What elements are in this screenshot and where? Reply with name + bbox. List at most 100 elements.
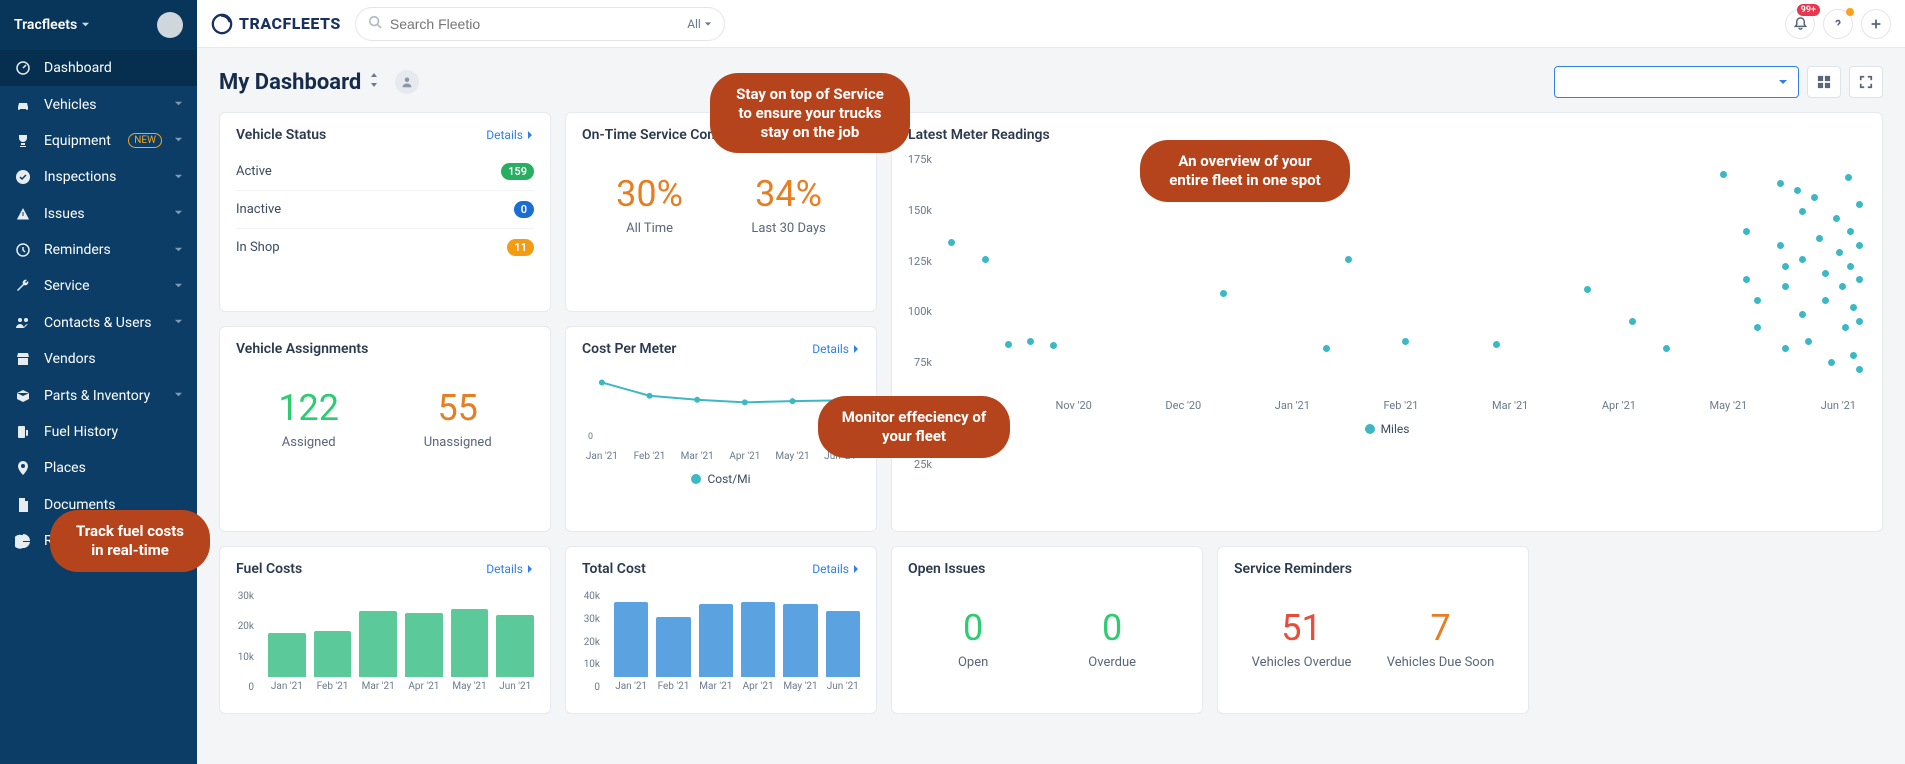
sidebar-item-parts-inventory[interactable]: Parts & Inventory <box>0 377 197 413</box>
chevron-down-icon <box>174 171 183 184</box>
sidebar-item-places[interactable]: Places <box>0 450 197 486</box>
brand-name: Tracfleets <box>14 17 77 33</box>
topbar-actions: 99+ <box>1785 9 1891 39</box>
search-input[interactable] <box>390 16 687 32</box>
sidebar-item-label: Inspections <box>44 169 162 185</box>
data-point <box>1799 256 1806 263</box>
avatar[interactable] <box>157 12 183 38</box>
data-point <box>1743 228 1750 235</box>
assigned-value: 122 <box>278 387 339 429</box>
legend-miles: Miles <box>1381 422 1410 436</box>
search-icon <box>368 14 382 33</box>
data-point <box>1663 345 1670 352</box>
sidebar-item-dashboard[interactable]: Dashboard <box>0 50 197 86</box>
card-title: Fuel Costs <box>236 561 302 577</box>
data-point <box>1842 324 1849 331</box>
sidebar-item-equipment[interactable]: EquipmentNEW <box>0 123 197 159</box>
sidebar-item-label: Parts & Inventory <box>44 388 162 404</box>
search-box[interactable]: All <box>355 7 725 41</box>
details-link[interactable]: Details <box>486 562 534 576</box>
card-service-reminders: Service Reminders 51 Vehicles Overdue 7 … <box>1217 546 1529 714</box>
card-title: Total Cost <box>582 561 646 577</box>
data-point <box>1323 345 1330 352</box>
wrench-icon <box>14 277 32 295</box>
details-link[interactable]: Details <box>812 562 860 576</box>
chevron-down-icon <box>174 244 183 257</box>
sidebar-item-issues[interactable]: Issues <box>0 196 197 232</box>
data-point <box>1493 341 1500 348</box>
data-point <box>1822 270 1829 277</box>
users-icon <box>14 314 32 332</box>
sidebar-item-label: Service <box>44 278 162 294</box>
sidebar-item-label: Contacts & Users <box>44 315 162 331</box>
issues-overdue-label: Overdue <box>1088 655 1136 670</box>
issues-open-value: 0 <box>958 607 988 649</box>
data-point <box>982 256 989 263</box>
sort-icon[interactable] <box>369 73 379 91</box>
sidebar-item-label: Issues <box>44 206 162 222</box>
data-point <box>1850 352 1857 359</box>
callout-efficiency: Monitor effeciency of your fleet <box>818 396 1010 458</box>
search-scope[interactable]: All <box>687 17 712 31</box>
bar <box>451 609 489 677</box>
svg-text:0: 0 <box>588 431 593 441</box>
data-point <box>1799 208 1806 215</box>
chevron-down-icon <box>174 316 183 329</box>
sidebar-item-service[interactable]: Service <box>0 268 197 304</box>
brand-selector[interactable]: Tracfleets <box>14 17 90 33</box>
chevron-down-icon <box>174 280 183 293</box>
callout-overview: An overview of your entire fleet in one … <box>1140 140 1350 202</box>
status-label: Active <box>236 164 272 179</box>
data-point <box>1584 286 1591 293</box>
chevron-down-icon <box>174 389 183 402</box>
data-point <box>1782 345 1789 352</box>
data-point <box>1345 256 1352 263</box>
sidebar-item-label: Reminders <box>44 242 162 258</box>
card-title: Cost Per Meter <box>582 341 676 357</box>
date-range-select[interactable] <box>1554 66 1799 98</box>
status-dot-icon <box>1846 8 1854 16</box>
details-link[interactable]: Details <box>486 128 534 142</box>
sidebar-item-reminders[interactable]: Reminders <box>0 232 197 268</box>
unassigned-label: Unassigned <box>424 435 492 450</box>
fullscreen-button[interactable] <box>1849 66 1883 98</box>
sidebar: Tracfleets DashboardVehiclesEquipmentNEW… <box>0 0 197 764</box>
help-button[interactable] <box>1823 9 1853 39</box>
box-icon <box>14 387 32 405</box>
callout-fuel: Track fuel costs in real-time <box>50 510 210 572</box>
data-point <box>1856 242 1863 249</box>
nav-list: DashboardVehiclesEquipmentNEW Inspections… <box>0 50 197 559</box>
bar-chart <box>614 587 860 677</box>
sidebar-item-contacts-users[interactable]: Contacts & Users <box>0 305 197 341</box>
issues-open-label: Open <box>958 655 988 670</box>
data-point <box>1850 304 1857 311</box>
card-title: Open Issues <box>908 561 985 577</box>
new-badge: NEW <box>128 133 162 148</box>
data-point <box>1856 201 1863 208</box>
data-point <box>1799 311 1806 318</box>
data-point <box>1833 215 1840 222</box>
details-link[interactable]: Details <box>812 342 860 356</box>
status-row[interactable]: Active159 <box>236 153 534 190</box>
scatter-chart <box>948 153 1856 393</box>
grid-view-button[interactable] <box>1807 66 1841 98</box>
card-vehicle-assignments: Vehicle Assignments 122 Assigned 55 Unas… <box>219 326 551 533</box>
sidebar-item-vendors[interactable]: Vendors <box>0 341 197 377</box>
data-point <box>1839 283 1846 290</box>
data-point <box>1856 318 1863 325</box>
sidebar-item-fuel-history[interactable]: Fuel History <box>0 414 197 450</box>
sidebar-item-inspections[interactable]: Inspections <box>0 159 197 195</box>
data-point <box>1816 235 1823 242</box>
data-point <box>1027 338 1034 345</box>
reminders-overdue-label: Vehicles Overdue <box>1252 655 1352 670</box>
share-user-icon[interactable] <box>395 70 419 94</box>
add-button[interactable] <box>1861 9 1891 39</box>
clock-icon <box>14 241 32 259</box>
status-row[interactable]: In Shop11 <box>236 228 534 263</box>
data-point <box>1856 366 1863 373</box>
notifications-button[interactable]: 99+ <box>1785 9 1815 39</box>
doc-icon <box>14 496 32 514</box>
status-row[interactable]: Inactive0 <box>236 190 534 228</box>
sidebar-item-vehicles[interactable]: Vehicles <box>0 86 197 122</box>
card-open-issues: Open Issues 0 Open 0 Overdue <box>891 546 1203 714</box>
